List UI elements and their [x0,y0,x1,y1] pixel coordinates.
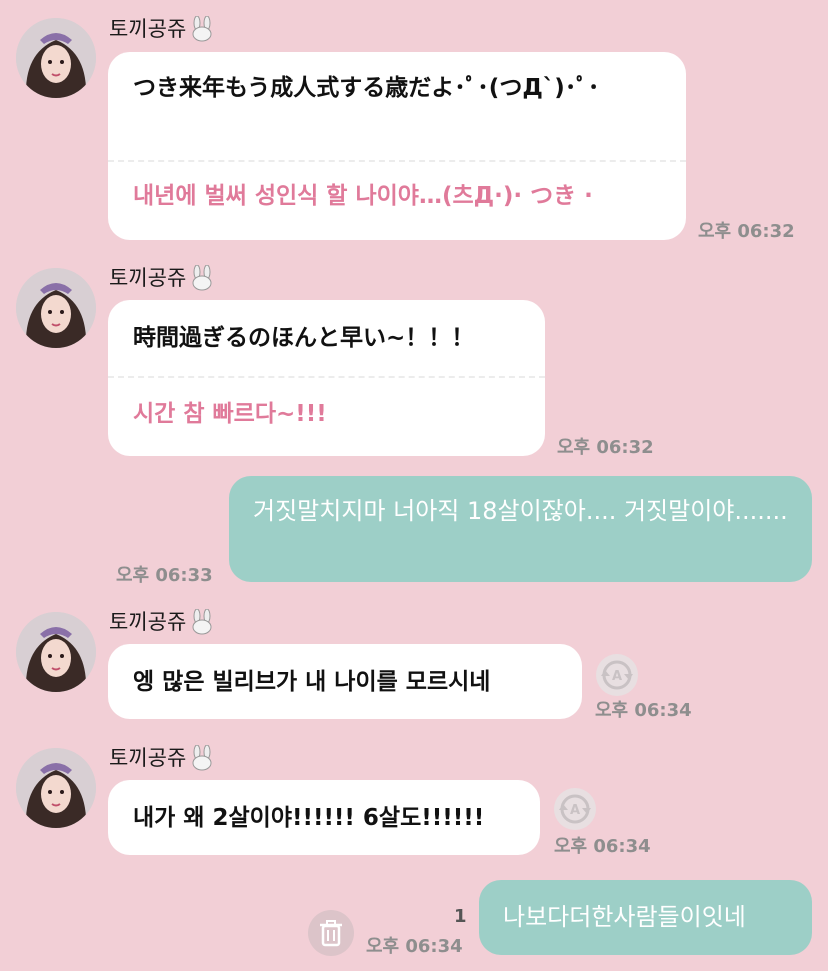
message-original-text: 내가 왜 2살이야!!!!!! 6살도!!!!!! [133,804,485,831]
message-timestamp: 오후 06:32 [557,437,654,458]
translate-button[interactable]: A [596,654,638,696]
avatar[interactable] [16,18,96,98]
avatar[interactable] [16,612,96,692]
message-bubble[interactable]: 내가 왜 2살이야!!!!!! 6살도!!!!!! [108,780,540,855]
my-message-bubble[interactable]: 거짓말치지마 너아직 18살이잖아.... 거짓말이야....... [229,476,812,582]
sender-name: 토끼공쥬 [109,744,214,771]
message-bubble[interactable]: 엥 많은 빌리브가 내 나이를 모르시네 [108,644,582,719]
my-message-text: 나보다더한사람들이잇네 [503,903,746,931]
svg-text:A: A [570,803,580,818]
rabbit-emoji-icon [190,744,214,771]
sender-name: 토끼공쥬 [109,15,214,42]
delete-button[interactable] [308,910,354,956]
message-timestamp: 오후 06:34 [595,700,692,721]
rabbit-emoji-icon [190,608,214,635]
message-timestamp: 오후 06:32 [698,221,795,242]
message-timestamp: 오후 06:33 [116,565,213,586]
translation-divider [108,376,545,378]
message-bubble[interactable]: つき来年もう成人式する歳だよ･ﾟ･(つД`)･ﾟ･ 내년에 벌써 성인식 할 나… [108,52,686,240]
message-original-text: 엥 많은 빌리브가 내 나이를 모르시네 [133,668,491,695]
message-translation-text: 시간 참 빠르다~!!! [133,401,327,427]
message-timestamp: 오후 06:34 [554,836,651,857]
unread-count: 1 [454,906,467,927]
sender-name: 토끼공쥬 [109,608,214,635]
message-original-text: 時間過ぎるのほんと早い~！！！ [133,325,475,351]
message-bubble[interactable]: 時間過ぎるのほんと早い~！！！ 시간 참 빠르다~!!! [108,300,545,456]
translate-button[interactable]: A [554,788,596,830]
trash-icon [320,920,342,947]
translate-icon: A [559,794,591,824]
translate-icon: A [601,660,633,690]
svg-text:A: A [612,669,622,684]
message-original-text: つき来年もう成人式する歳だよ･ﾟ･(つД`)･ﾟ･ [133,75,600,101]
rabbit-emoji-icon [190,15,214,42]
sender-name: 토끼공쥬 [109,264,214,291]
my-message-bubble[interactable]: 나보다더한사람들이잇네 [479,880,812,955]
avatar[interactable] [16,748,96,828]
avatar[interactable] [16,268,96,348]
my-message-text: 거짓말치지마 너아직 18살이잖아.... 거짓말이야....... [253,497,788,525]
message-timestamp: 오후 06:34 [366,936,463,957]
translation-divider [108,160,686,162]
rabbit-emoji-icon [190,264,214,291]
message-translation-text: 내년에 벌써 성인식 할 나이야…(츠Д·)· つき · [133,183,593,209]
